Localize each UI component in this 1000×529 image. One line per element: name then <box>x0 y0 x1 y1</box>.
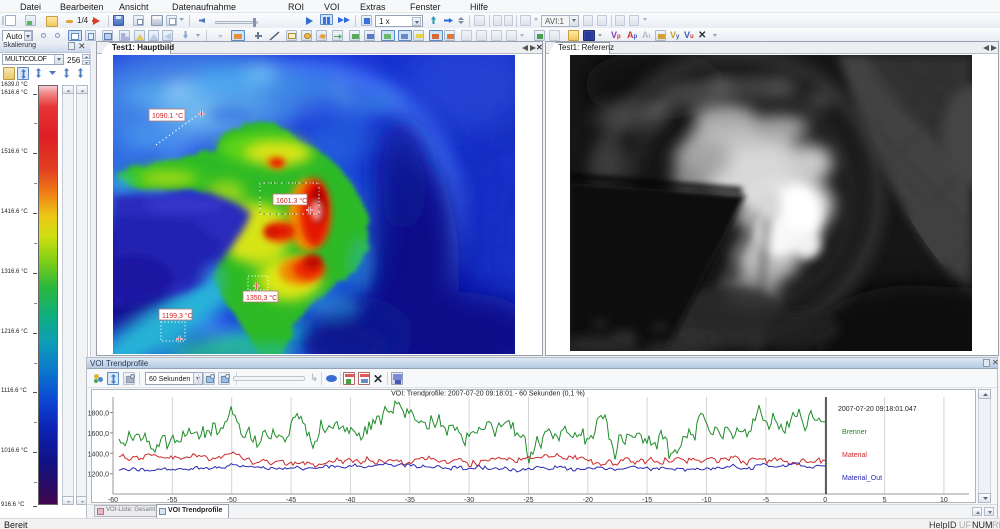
svg-text:2007-07-20 09:18:01.047: 2007-07-20 09:18:01.047 <box>838 406 917 413</box>
svg-text:1400,0: 1400,0 <box>88 451 109 458</box>
svg-text:1200,0: 1200,0 <box>88 472 109 479</box>
svg-text:10: 10 <box>940 497 948 503</box>
svg-text:1600,0: 1600,0 <box>88 431 109 438</box>
svg-text:-45: -45 <box>286 497 296 503</box>
svg-text:-20: -20 <box>583 497 593 503</box>
svg-text:1350,3 °C: 1350,3 °C <box>246 294 277 302</box>
svg-text:-10: -10 <box>701 497 711 503</box>
svg-text:0: 0 <box>823 497 827 503</box>
svg-text:VOI: Trendprofile: 2007-07-20: VOI: Trendprofile: 2007-07-20 09:18:01 -… <box>391 391 585 398</box>
svg-text:-40: -40 <box>345 497 355 503</box>
svg-text:Material_Out: Material_Out <box>842 475 882 482</box>
svg-text:Brenner: Brenner <box>842 429 868 436</box>
svg-text:-5: -5 <box>763 497 769 503</box>
svg-text:-50: -50 <box>227 497 237 503</box>
svg-text:-15: -15 <box>642 497 652 503</box>
svg-text:1090.1 °C: 1090.1 °C <box>152 112 183 120</box>
svg-text:-60: -60 <box>108 497 118 503</box>
svg-text:1800,0: 1800,0 <box>88 411 109 418</box>
svg-text:-35: -35 <box>405 497 415 503</box>
svg-text:-30: -30 <box>464 497 474 503</box>
svg-text:Material: Material <box>842 452 867 459</box>
svg-text:-25: -25 <box>523 497 533 503</box>
svg-text:-55: -55 <box>167 497 177 503</box>
svg-text:5: 5 <box>883 497 887 503</box>
svg-text:1199,3 °C: 1199,3 °C <box>162 312 193 320</box>
svg-text:1601.3 °C: 1601.3 °C <box>276 197 307 205</box>
